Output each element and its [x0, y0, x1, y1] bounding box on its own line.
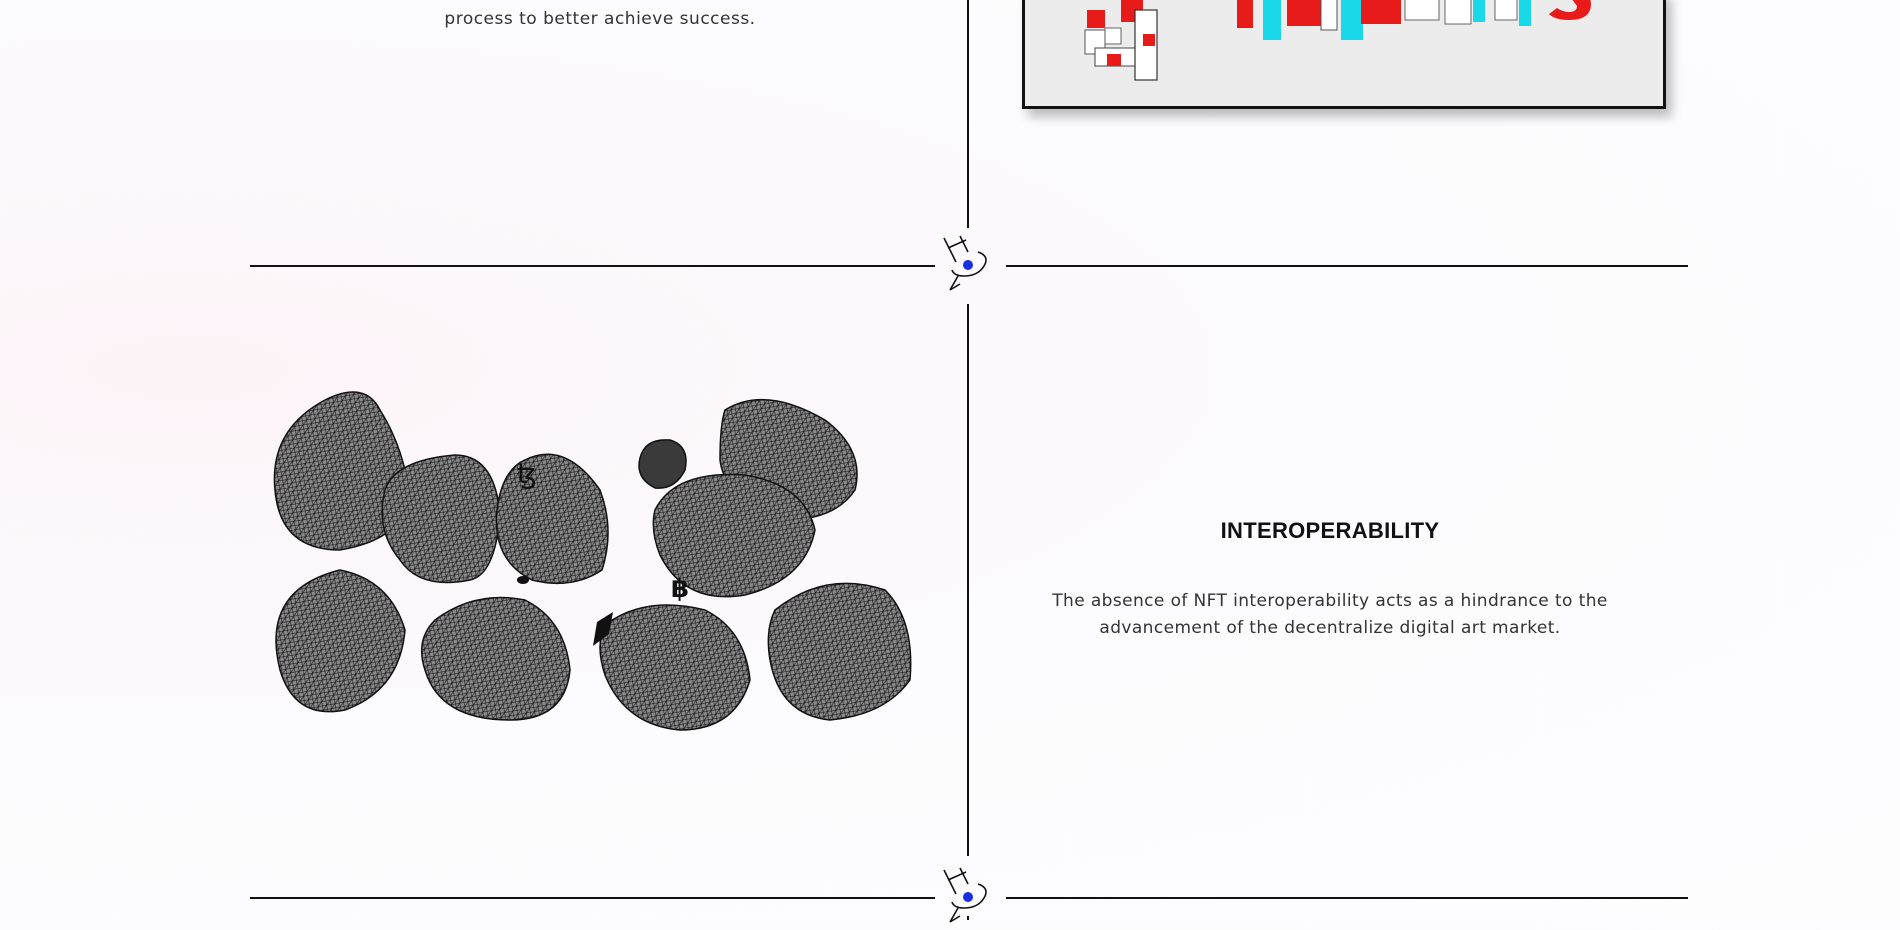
svg-text:ꜩ: ꜩ — [517, 457, 537, 490]
rock-cluster — [273, 391, 912, 731]
section-description-line: advancement of the decentralize digital … — [1099, 618, 1561, 638]
poster-artwork — [1084, 0, 1591, 81]
crypto-rocks-illustration: ꜩ ฿ — [265, 380, 945, 765]
row-divider-left-2 — [250, 897, 935, 899]
signature-logo-icon — [938, 864, 994, 926]
section-description: The absence of NFT interoperability acts… — [1040, 588, 1620, 642]
row-divider-right-2 — [1006, 897, 1688, 899]
center-divider-top — [967, 0, 969, 228]
row-divider-left-1 — [250, 265, 935, 267]
center-divider-middle — [967, 304, 969, 856]
intro-text-line: process to better achieve success. — [444, 9, 756, 29]
intro-text: process to better achieve success. — [250, 6, 950, 32]
poster-letters — [1237, 0, 1591, 40]
poster-number-glyph — [1084, 0, 1158, 81]
section-title: INTEROPERABILITY — [1220, 518, 1440, 543]
signature-logo-icon — [938, 232, 994, 294]
section-description-line: The absence of NFT interoperability acts… — [1052, 591, 1608, 611]
four-posters-image — [1022, 0, 1666, 109]
row-divider-right-1 — [1006, 265, 1688, 267]
svg-text:฿: ฿ — [671, 574, 689, 604]
